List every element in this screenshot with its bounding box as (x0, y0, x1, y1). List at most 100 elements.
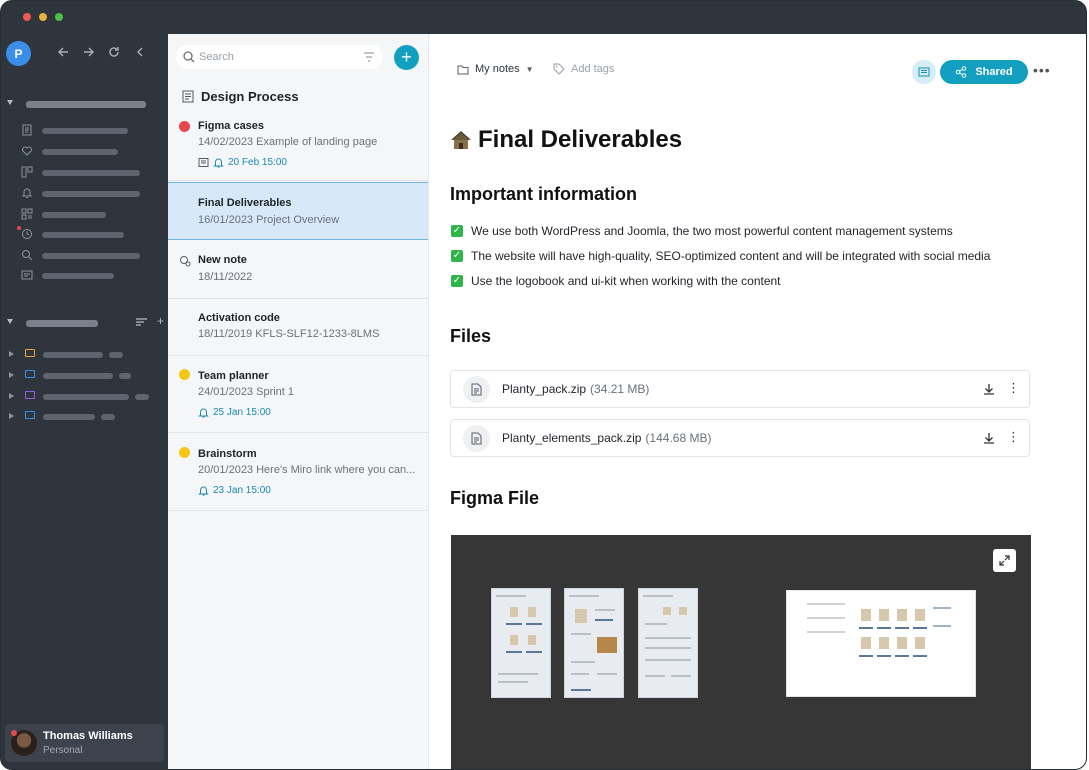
close-window-button[interactable] (23, 13, 31, 21)
section-heading: Files (450, 326, 492, 346)
list-item[interactable]: Final Deliverables 16/01/2023 Project Ov… (168, 182, 428, 240)
workspace-avatar[interactable]: P (6, 41, 31, 66)
sidebar-item-label (42, 212, 106, 218)
filter-icon[interactable] (363, 51, 375, 63)
expand-icon[interactable] (993, 549, 1016, 572)
folder-icon (25, 391, 35, 399)
folder-icon (25, 370, 35, 378)
file-name: Planty_pack.zip (34.21 MB) (502, 382, 649, 396)
sidebar-item[interactable] (1, 208, 168, 222)
sidebar-item[interactable] (1, 269, 168, 283)
folder-item[interactable] (1, 390, 168, 404)
list-item[interactable]: New note 18/11/2022 (168, 241, 428, 299)
checkbox-checked-icon[interactable]: ✓ (451, 250, 463, 262)
chevron-right-icon (9, 351, 14, 357)
back-arrow-icon[interactable] (55, 44, 71, 60)
list-item[interactable]: Brainstorm 20/01/2023 Here's Miro link w… (168, 433, 428, 511)
note-preview: 14/02/2023 Example of landing page (198, 136, 378, 148)
notebook-selector[interactable]: My notes ▼ (457, 63, 534, 75)
add-tags-label: Add tags (571, 63, 615, 75)
file-attachment[interactable]: Planty_elements_pack.zip (144.68 MB) ⋮ (450, 419, 1030, 457)
user-plan: Personal (43, 745, 83, 756)
notebook-icon (182, 90, 194, 103)
checklist-text: We use both WordPress and Joomla, the tw… (471, 224, 953, 238)
sidebar-item[interactable] (1, 145, 168, 159)
checklist-item[interactable]: ✓ The website will have high-quality, SE… (451, 249, 990, 263)
download-icon[interactable] (982, 431, 996, 445)
add-note-button[interactable]: + (394, 45, 419, 70)
archive-icon (21, 270, 33, 280)
checkbox-checked-icon[interactable]: ✓ (451, 225, 463, 237)
folder-item[interactable] (1, 348, 168, 362)
reminder-time: 20 Feb 15:00 (228, 157, 287, 168)
folder-count (119, 373, 131, 379)
folder-icon (457, 65, 469, 74)
file-name-text: Planty_elements_pack.zip (502, 431, 642, 445)
note-icon (22, 124, 32, 136)
app-window: P + Thomas Williams Personal Search + De… (0, 0, 1087, 770)
checklist-item[interactable]: ✓ We use both WordPress and Joomla, the … (451, 224, 953, 238)
board-icon (21, 166, 33, 178)
sidebar-item[interactable] (1, 187, 168, 201)
sync-icon[interactable] (106, 44, 122, 60)
sidebar-item[interactable] (1, 166, 168, 180)
user-card[interactable]: Thomas Williams Personal (5, 724, 164, 762)
shared-note-icon (180, 256, 191, 267)
search-placeholder: Search (199, 51, 234, 63)
note-title: Brainstorm (198, 448, 257, 460)
sidebar-section-header[interactable] (1, 97, 168, 111)
download-icon[interactable] (982, 382, 996, 396)
note-reminder: 25 Jan 15:00 (198, 407, 271, 418)
file-icon (463, 425, 490, 452)
file-attachment[interactable]: Planty_pack.zip (34.21 MB) ⋮ (450, 370, 1030, 408)
chevron-right-icon (9, 372, 14, 378)
file-more-icon[interactable]: ⋮ (1007, 429, 1020, 445)
note-preview: 18/11/2019 KFLS-SLF12-1233-8LMS (198, 328, 380, 340)
maximize-window-button[interactable] (55, 13, 63, 21)
chevron-right-icon (9, 413, 14, 419)
sort-icon[interactable] (136, 317, 147, 327)
checkbox-checked-icon[interactable]: ✓ (451, 275, 463, 287)
note-reminder: 20 Feb 15:00 (198, 157, 287, 168)
chevron-right-icon (9, 393, 14, 399)
collapse-sidebar-icon[interactable] (132, 44, 148, 60)
list-item[interactable]: Team planner 24/01/2023 Sprint 1 25 Jan … (168, 356, 428, 433)
add-folder-icon[interactable]: + (157, 314, 164, 328)
chevron-down-icon (7, 319, 13, 324)
folder-item[interactable] (1, 369, 168, 383)
folder-item[interactable] (1, 410, 168, 424)
note-title: Final Deliverables (198, 197, 292, 209)
more-options-icon[interactable]: ••• (1033, 62, 1051, 78)
minimize-window-button[interactable] (39, 13, 47, 21)
shared-button[interactable]: Shared (940, 60, 1028, 84)
list-item[interactable]: Activation code 18/11/2019 KFLS-SLF12-12… (168, 299, 428, 356)
editor: My notes ▼ Add tags Shared ••• Final Del… (429, 34, 1086, 769)
priority-dot (179, 369, 190, 380)
priority-dot (179, 121, 190, 132)
document-title: Final Deliverables (478, 126, 683, 153)
heart-icon (22, 146, 32, 156)
figma-embed[interactable] (451, 535, 1031, 769)
folder-label (43, 373, 113, 379)
sidebar-item[interactable] (1, 249, 168, 263)
forward-arrow-icon[interactable] (81, 44, 97, 60)
view-mode-button[interactable] (912, 60, 936, 84)
notebook-name: My notes (475, 63, 520, 75)
sidebar-item-label (42, 170, 140, 176)
note-reminder: 23 Jan 15:00 (198, 485, 271, 496)
folder-count (135, 394, 149, 400)
checklist-item[interactable]: ✓ Use the logobook and ui-kit when worki… (451, 274, 781, 288)
list-item[interactable]: Figma cases 14/02/2023 Example of landin… (168, 110, 428, 181)
folder-label (43, 394, 129, 400)
notebook-title: Design Process (201, 89, 299, 104)
sidebar-item[interactable] (1, 226, 168, 242)
sidebar-section-header[interactable]: + (1, 314, 168, 330)
section-heading: Figma File (450, 488, 540, 508)
add-tags-button[interactable]: Add tags (553, 63, 614, 75)
sidebar-item[interactable] (1, 124, 168, 138)
file-size: (144.68 MB) (645, 431, 712, 445)
file-name: Planty_elements_pack.zip (144.68 MB) (502, 431, 711, 445)
file-more-icon[interactable]: ⋮ (1007, 380, 1020, 396)
sidebar-item-label (42, 128, 128, 134)
search-input[interactable]: Search (176, 45, 383, 69)
